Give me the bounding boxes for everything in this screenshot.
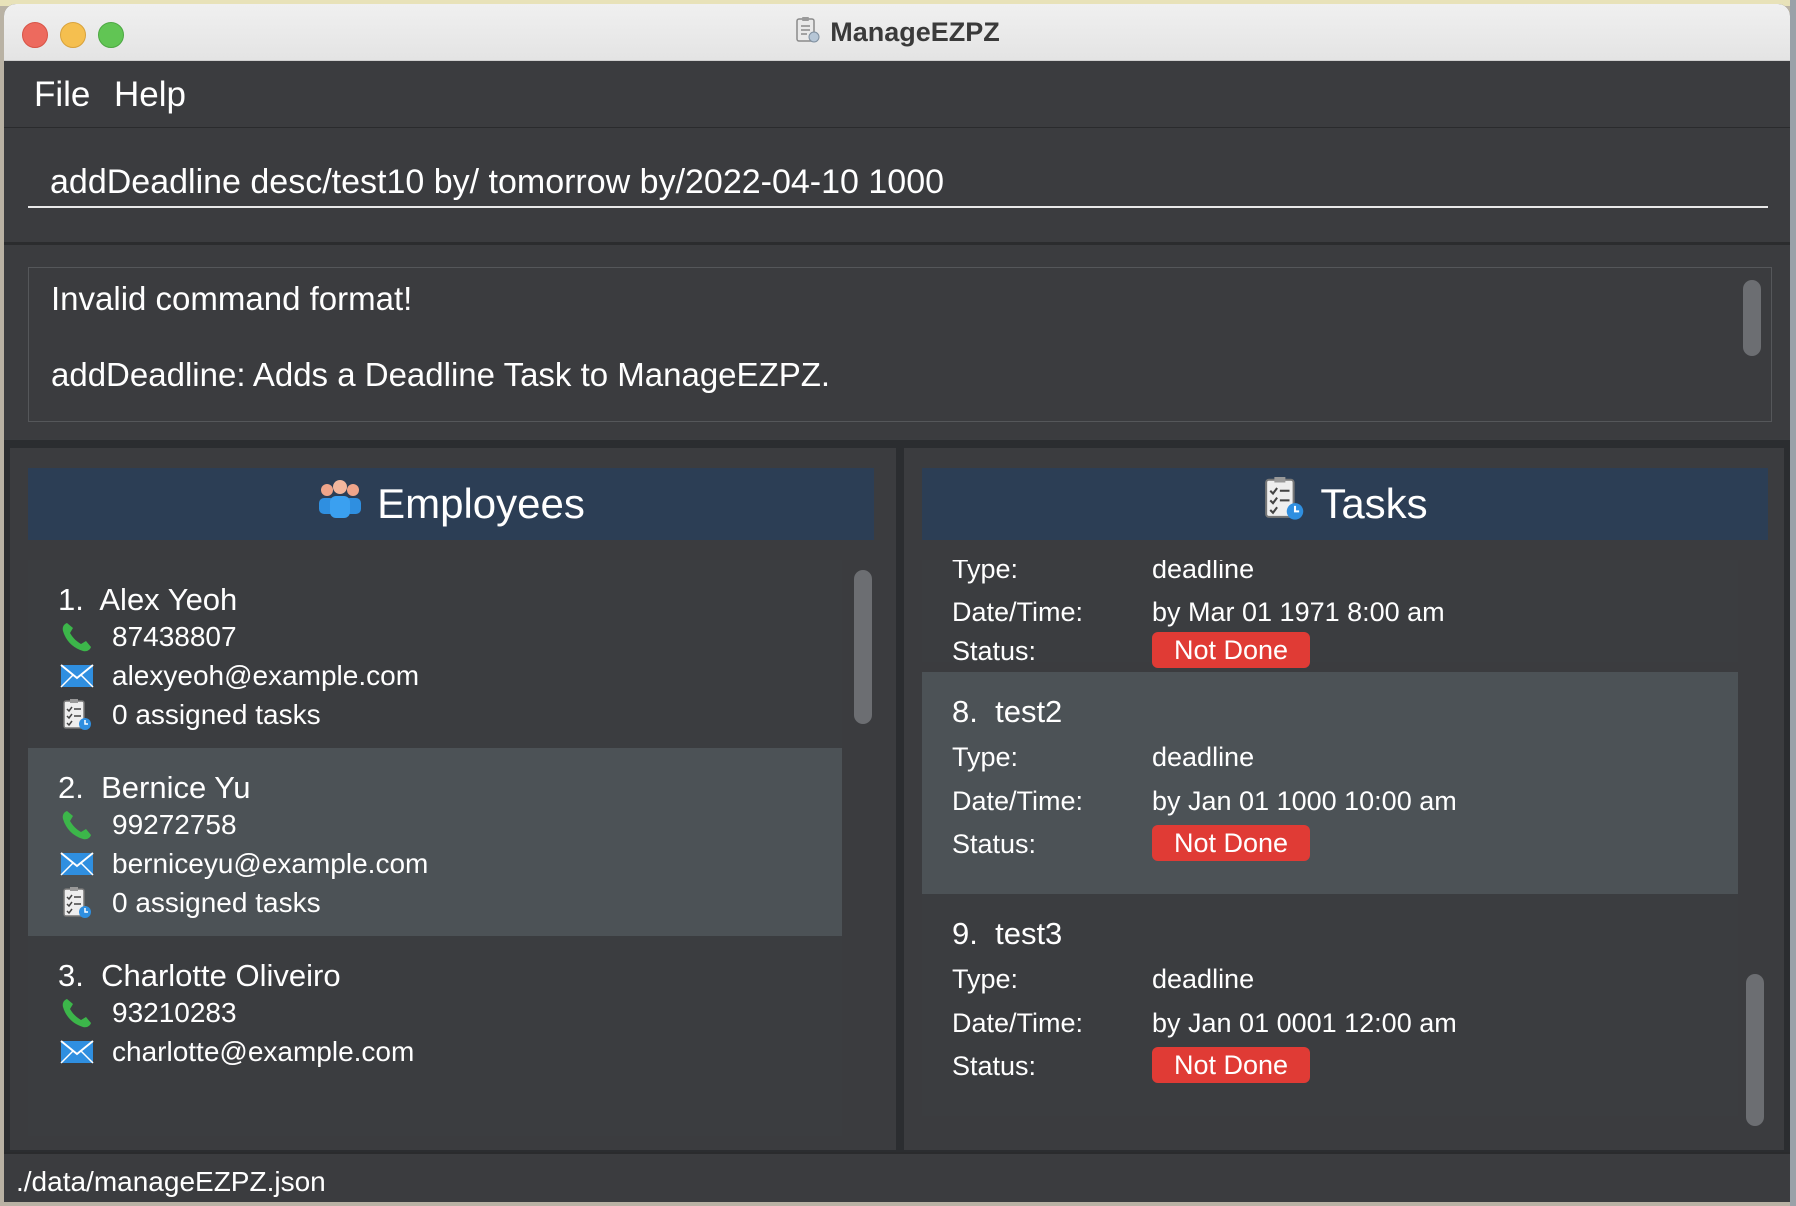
task-name: 9. test3 <box>952 916 1063 951</box>
task-datetime-value: by Jan 01 1000 10:00 am <box>1152 786 1457 816</box>
app-icon <box>794 16 820 49</box>
task-datetime-label: Date/Time: <box>952 597 1084 627</box>
task-type-value: deadline <box>1152 964 1255 994</box>
task-status-badge: Not Done <box>1152 1047 1311 1083</box>
mail-icon <box>58 847 96 881</box>
task-status-label: Status: <box>952 1051 1037 1081</box>
task-datetime-value: by Mar 01 1971 8:00 am <box>1152 597 1445 627</box>
result-line-error: Invalid command format! <box>51 280 413 317</box>
task-type-label: Type: <box>952 742 1019 772</box>
tasks-header-label: Tasks <box>1320 480 1428 527</box>
employee-phone-row: 87438807 <box>58 620 237 654</box>
phone-icon <box>58 620 96 654</box>
tasks-panel: Tasks Type: deadline Date/Time: by Mar 0… <box>904 448 1784 1150</box>
employee-email: charlotte@example.com <box>112 1036 415 1067</box>
task-datetime-value: by Jan 01 0001 12:00 am <box>1152 1008 1457 1038</box>
desktop-background-right <box>1790 0 1796 1206</box>
task-datetime-label: Date/Time: <box>952 1008 1084 1038</box>
mail-icon <box>58 1035 96 1069</box>
employee-task-count: 0 assigned tasks <box>112 699 321 730</box>
employee-card[interactable]: 2. Bernice Yu 99272758 berniceyu@example… <box>28 748 842 964</box>
tasklist-icon <box>58 698 96 732</box>
employee-list: 1. Alex Yeoh 87438807 alexyeoh@example.c… <box>28 560 842 1136</box>
phone-icon <box>58 808 96 842</box>
employee-list-scrollbar[interactable] <box>854 570 872 724</box>
main-panels: Employees 1. Alex Yeoh 87438807 alexyeoh… <box>4 440 1790 1152</box>
title-bar: ManageEZPZ <box>4 4 1790 61</box>
menu-help[interactable]: Help <box>114 75 186 115</box>
employee-name: 3. Charlotte Oliveiro <box>58 958 341 993</box>
result-scrollbar[interactable] <box>1743 280 1761 356</box>
employee-email: alexyeoh@example.com <box>112 660 420 691</box>
employee-phone: 87438807 <box>112 621 237 652</box>
task-card[interactable]: 8. test2 Type: deadline Date/Time: by Ja… <box>922 672 1738 894</box>
employees-header-label: Employees <box>377 480 585 527</box>
task-card[interactable]: Type: deadline Date/Time: by Mar 01 1971… <box>922 560 1738 668</box>
people-icon <box>317 478 363 530</box>
task-status-label: Status: <box>952 636 1037 666</box>
employees-panel: Employees 1. Alex Yeoh 87438807 alexyeoh… <box>10 448 896 1150</box>
phone-icon <box>58 996 96 1030</box>
task-type-label: Type: <box>952 964 1019 994</box>
task-status-label: Status: <box>952 829 1037 859</box>
employees-header: Employees <box>28 468 874 540</box>
task-type-label: Type: <box>952 560 1019 584</box>
task-datetime-label: Date/Time: <box>952 786 1084 816</box>
save-file-path: ./data/manageEZPZ.json <box>16 1166 326 1197</box>
employee-email: berniceyu@example.com <box>112 848 429 879</box>
tasklist-icon <box>1262 475 1306 533</box>
menu-bar: File Help <box>4 61 1790 128</box>
employee-email-row: charlotte@example.com <box>58 1035 414 1069</box>
command-input[interactable] <box>28 158 1768 208</box>
task-card[interactable]: 9. test3 Type: deadline Date/Time: by Ja… <box>922 894 1738 1116</box>
task-status-badge: Not Done <box>1152 825 1311 861</box>
task-name: 8. test2 <box>952 694 1063 729</box>
status-bar: ./data/manageEZPZ.json <box>4 1152 1790 1202</box>
employee-email-row: alexyeoh@example.com <box>58 659 419 693</box>
task-list-scrollbar[interactable] <box>1746 974 1764 1126</box>
employee-tasks-row: 0 assigned tasks <box>58 886 321 920</box>
task-type-value: deadline <box>1152 560 1255 584</box>
employee-task-count: 0 assigned tasks <box>112 887 321 918</box>
result-display-area: Invalid command format! addDeadline: Add… <box>4 245 1790 439</box>
tasks-header: Tasks <box>922 468 1768 540</box>
employee-card[interactable]: 3. Charlotte Oliveiro 93210283 charlotte… <box>28 936 842 1136</box>
employee-card[interactable]: 1. Alex Yeoh 87438807 alexyeoh@example.c… <box>28 560 842 776</box>
employee-tasks-row: 0 assigned tasks <box>58 698 321 732</box>
task-list: Type: deadline Date/Time: by Mar 01 1971… <box>922 560 1738 1136</box>
command-box <box>4 128 1790 245</box>
tasklist-icon <box>58 886 96 920</box>
app-window: ManageEZPZ File Help Invalid command for… <box>4 4 1790 1202</box>
result-display: Invalid command format! addDeadline: Add… <box>28 267 1772 422</box>
employee-phone-row: 93210283 <box>58 996 237 1030</box>
task-status-badge: Not Done <box>1152 632 1311 668</box>
result-line-usage: addDeadline: Adds a Deadline Task to Man… <box>51 356 831 393</box>
task-type-value: deadline <box>1152 742 1255 772</box>
employee-name: 2. Bernice Yu <box>58 770 251 805</box>
employee-phone: 99272758 <box>112 809 237 840</box>
mail-icon <box>58 659 96 693</box>
employee-name: 1. Alex Yeoh <box>58 582 238 617</box>
window-title: ManageEZPZ <box>830 16 1000 47</box>
employee-phone-row: 99272758 <box>58 808 237 842</box>
employee-phone: 93210283 <box>112 997 237 1028</box>
employee-email-row: berniceyu@example.com <box>58 847 428 881</box>
menu-file[interactable]: File <box>34 75 90 115</box>
